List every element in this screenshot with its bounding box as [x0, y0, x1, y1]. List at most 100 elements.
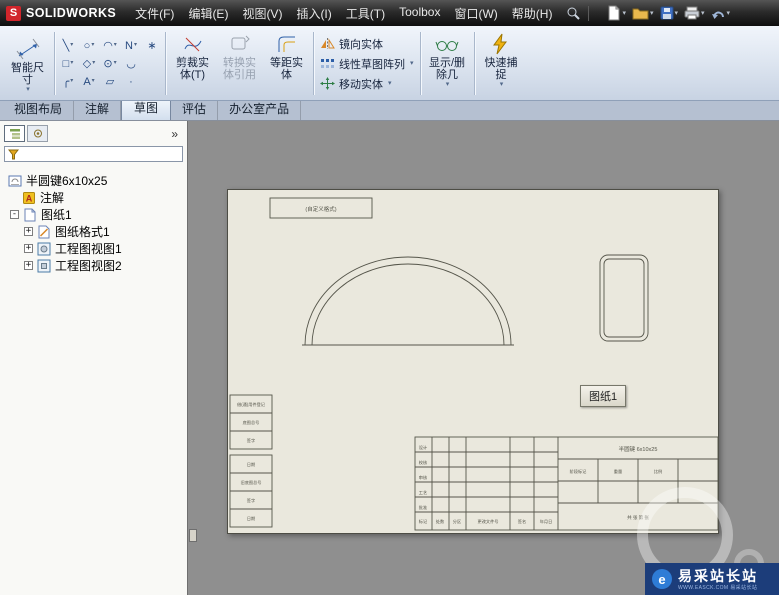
ellipse-tool[interactable]: ◡: [121, 55, 141, 72]
feature-tree: 半圆键6x10x25 A 注解 - 图纸1 + 图纸格式1 + 工程图视图1 +…: [0, 164, 187, 274]
drawing-view2-rectangle[interactable]: [600, 255, 648, 341]
linear-pattern-icon: [320, 57, 335, 70]
tab-view-layout[interactable]: 视图布局: [3, 98, 74, 120]
group-separator: [474, 32, 475, 95]
tree-item-label: 半圆键6x10x25: [26, 172, 107, 189]
title-block-cell: 更改文件号: [478, 518, 499, 525]
sheet-format-icon: [37, 225, 51, 239]
tree-item-sheet1[interactable]: - 图纸1: [2, 206, 185, 223]
rectangle-icon: □: [63, 58, 70, 70]
save-button[interactable]: ▾: [657, 4, 682, 22]
tab-annotation[interactable]: 注解: [74, 98, 121, 120]
point-tool[interactable]: ∗: [142, 37, 162, 54]
panel-tabs: »: [0, 121, 187, 143]
centerline-tool[interactable]: ·: [121, 73, 141, 90]
search-icon[interactable]: [563, 4, 583, 22]
move-icon: [320, 77, 335, 90]
tree-item-root[interactable]: 半圆键6x10x25: [2, 172, 185, 189]
trim-entities-icon: [180, 32, 206, 56]
printer-icon: [684, 6, 700, 20]
watermark-logo-icon: e: [652, 569, 672, 589]
arc-tool[interactable]: ◠▾: [100, 37, 120, 54]
menubar: 文件(F) 编辑(E) 视图(V) 插入(I) 工具(T) Toolbox 窗口…: [128, 1, 559, 26]
tree-filter-field[interactable]: [4, 146, 183, 162]
drawing-view1-semicircle[interactable]: [302, 257, 514, 345]
propertymanager-icon: [32, 128, 44, 139]
drawing-view-icon: [37, 259, 51, 273]
move-entities-button[interactable]: 移动实体 ▾: [317, 75, 417, 93]
solidworks-logo-icon: S: [6, 6, 21, 21]
offset-entities-button[interactable]: 等距实 体: [263, 29, 310, 98]
sheet-icon: [23, 208, 37, 222]
tree-item-drawing-view1[interactable]: + 工程图视图1: [2, 240, 185, 257]
left-strip-cell: 日期: [247, 516, 255, 522]
tab-evaluate[interactable]: 评估: [171, 98, 218, 120]
left-strip-cell: 日期: [247, 462, 255, 468]
print-button[interactable]: ▾: [681, 4, 708, 22]
menu-insert[interactable]: 插入(I): [289, 1, 338, 26]
circle-tool[interactable]: ○▾: [79, 37, 99, 54]
sketch-entities-group: ╲▾ ○▾ ◠▾ N▾ ∗ □▾ ◇▾ ⊙▾ ◡ ╭▾ A▾ ▱ ·: [58, 29, 162, 98]
drawing-sheet[interactable]: (自定义格式) 借(通)用件登记 底图总号 签字 日期 旧底图总号 签字 日期 …: [227, 189, 719, 534]
expand-toggle[interactable]: +: [24, 261, 33, 270]
note-box-text: (自定义格式): [305, 205, 336, 213]
undo-button[interactable]: ▾: [708, 5, 734, 22]
quick-access-toolbar: ▾ ▾ ▾ ▾ ▾: [604, 3, 733, 23]
linear-sketch-pattern-button[interactable]: 线性草图阵列 ▾: [317, 55, 417, 73]
title-block-cell: 阶段标记: [570, 468, 588, 475]
left-strip-cell: 签字: [247, 497, 255, 503]
trim-entities-button[interactable]: 剪裁实 体(T): [169, 29, 216, 98]
tree-item-label: 注解: [40, 189, 64, 206]
text-tool[interactable]: A▾: [79, 73, 99, 90]
graphics-area[interactable]: (自定义格式) 借(通)用件登记 底图总号 签字 日期 旧底图总号 签字 日期 …: [189, 121, 779, 595]
menu-tools[interactable]: 工具(T): [339, 1, 392, 26]
open-document-button[interactable]: ▾: [629, 4, 657, 22]
panel-splitter-handle[interactable]: [189, 529, 197, 542]
menu-edit[interactable]: 编辑(E): [181, 1, 235, 26]
smart-dimension-label2: 寸: [22, 74, 33, 86]
expand-toggle[interactable]: +: [24, 227, 33, 236]
featuremanager-tree-icon: [9, 128, 21, 139]
new-document-icon: [607, 5, 621, 21]
polygon-tool[interactable]: ◇▾: [79, 55, 99, 72]
plane-tool[interactable]: ▱: [100, 73, 120, 90]
display-delete-relations-button[interactable]: 显示/删 除几 ▾: [424, 29, 471, 98]
menu-file[interactable]: 文件(F): [128, 1, 181, 26]
title-block-cell: 批准: [419, 504, 427, 511]
slot-tool[interactable]: ⊙▾: [100, 55, 120, 72]
menu-window[interactable]: 窗口(W): [447, 1, 504, 26]
tree-item-drawing-view2[interactable]: + 工程图视图2: [2, 257, 185, 274]
title-block-cell: 校核: [419, 459, 428, 466]
watermark-subtitle: WWW.EASCK.COM 易采站长站: [678, 584, 758, 591]
quick-snaps-button[interactable]: 快速捕 捉 ▾: [478, 29, 525, 98]
tab-office-products[interactable]: 办公室产品: [218, 98, 301, 120]
fillet-tool[interactable]: ╭▾: [58, 73, 78, 90]
menu-toolbox[interactable]: Toolbox: [392, 1, 447, 26]
watermark-bar: e 易采站长站 WWW.EASCK.COM 易采站长站: [645, 563, 779, 595]
tree-item-sheet-format1[interactable]: + 图纸格式1: [2, 223, 185, 240]
menu-help[interactable]: 帮助(H): [505, 1, 560, 26]
drawing-view-icon: [37, 242, 51, 256]
collapse-panel-button[interactable]: »: [166, 127, 183, 141]
convert-entities-button[interactable]: 转换实 体引用: [216, 29, 263, 98]
title-block-cell: 比例: [654, 468, 662, 475]
ellipse-icon: ◡: [126, 57, 136, 70]
spline-tool[interactable]: N▾: [121, 37, 141, 54]
expand-toggle[interactable]: +: [24, 244, 33, 253]
menu-view[interactable]: 视图(V): [235, 1, 289, 26]
title-block-cell: 设计: [419, 444, 427, 451]
collapse-toggle[interactable]: -: [10, 210, 19, 219]
app-logo: S SOLIDWORKS: [0, 6, 128, 21]
text-icon: A: [83, 76, 90, 88]
mirror-entities-button[interactable]: 镜向实体: [317, 35, 417, 53]
group-separator: [165, 32, 166, 95]
arc-icon: ◠: [103, 39, 113, 52]
new-document-button[interactable]: ▾: [604, 3, 629, 23]
featuremanager-tab[interactable]: [4, 125, 25, 142]
open-folder-icon: [632, 6, 649, 20]
tree-item-annotations[interactable]: A 注解: [2, 189, 185, 206]
propertymanager-tab[interactable]: [27, 125, 48, 142]
rectangle-tool[interactable]: □▾: [58, 55, 78, 72]
smart-dimension-button[interactable]: 智能尺 寸 ▾: [4, 34, 51, 93]
line-tool[interactable]: ╲▾: [58, 37, 78, 54]
